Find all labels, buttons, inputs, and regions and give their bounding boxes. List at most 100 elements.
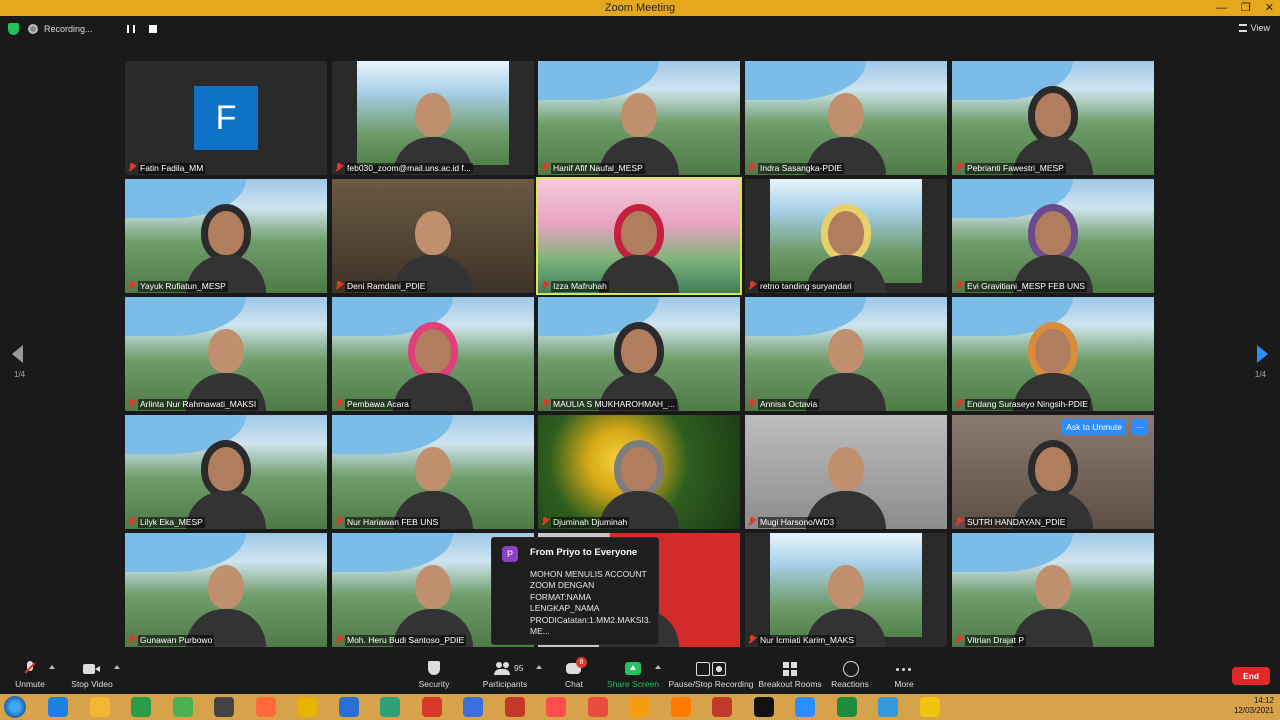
participant-name: Pebrianti Fawestri_MESP <box>965 163 1066 174</box>
taskbar-app-icon[interactable] <box>463 697 483 717</box>
participant-head <box>828 211 864 255</box>
encryption-shield-icon[interactable] <box>8 23 19 35</box>
tray-date: 12/03/2021 <box>1233 706 1274 715</box>
participant-tile[interactable]: retno tanding suryandari <box>745 179 947 293</box>
participant-name: Izza Mafruhah <box>551 281 609 292</box>
taskbar-app-icon[interactable] <box>172 697 193 717</box>
participant-figure <box>599 211 679 293</box>
participant-head <box>828 329 864 373</box>
participant-tile[interactable]: Annisa Octavia <box>745 297 947 411</box>
participant-tile[interactable]: Lilyk Eka_MESP <box>125 415 327 529</box>
taskbar-app-icon[interactable] <box>380 697 400 717</box>
taskbar-app-icon[interactable] <box>795 697 815 717</box>
participants-options-caret[interactable] <box>536 665 542 669</box>
taskbar-app-icon[interactable] <box>753 697 774 717</box>
more-button[interactable]: More <box>886 657 922 694</box>
taskbar-app-icon[interactable] <box>878 697 898 717</box>
muted-mic-icon <box>128 517 136 526</box>
taskbar-app-icon[interactable] <box>629 697 649 717</box>
participant-tile[interactable]: Nur Hariawan FEB UNS <box>332 415 534 529</box>
taskbar-app-icon[interactable] <box>48 697 68 717</box>
page-indicator-left: 1/4 <box>14 370 26 379</box>
taskbar-app-icon[interactable] <box>89 697 110 717</box>
taskbar-app-icon[interactable] <box>421 697 442 717</box>
participant-tile[interactable]: Evi Gravitiani_MESP FEB UNS <box>952 179 1154 293</box>
taskbar-app-icon[interactable] <box>504 697 525 717</box>
participant-tile[interactable]: Yayuk Rufiatun_MESP <box>125 179 327 293</box>
participant-head <box>415 565 451 609</box>
taskbar-app-icon[interactable] <box>919 697 940 717</box>
muted-mic-icon <box>21 661 39 677</box>
previous-page-arrow[interactable] <box>12 345 23 363</box>
taskbar-app-icon[interactable] <box>131 697 151 717</box>
unmute-button[interactable]: Unmute <box>10 657 50 694</box>
participant-tile[interactable]: Hanif Afif Naufal_MESP <box>538 61 740 175</box>
taskbar-app-icon[interactable] <box>712 697 732 717</box>
participant-tile[interactable]: MAULIA S MUKHAROHMAH_... <box>538 297 740 411</box>
participant-tile[interactable]: Endang Suraseyo Ningsih-PDIE <box>952 297 1154 411</box>
window-controls: — ❐ ✕ <box>1216 0 1274 16</box>
participant-tile[interactable]: Pembawa Acara <box>332 297 534 411</box>
participant-tile[interactable]: feb030_zoom@mail.uns.ac.id f... <box>332 61 534 175</box>
minimize-icon[interactable]: — <box>1216 0 1227 16</box>
chat-button[interactable]: 8 Chat <box>556 657 592 694</box>
pause-recording-icon[interactable] <box>126 25 135 33</box>
participant-tile[interactable]: Indra Sasangka-PDIE <box>745 61 947 175</box>
participant-tile[interactable]: Djuminah Djuminah <box>538 415 740 529</box>
taskbar-app-icon[interactable] <box>587 697 608 717</box>
muted-mic-icon <box>541 517 549 526</box>
ask-to-unmute-button[interactable]: Ask to Unmute <box>1062 419 1126 435</box>
taskbar-app-icon[interactable] <box>214 697 234 717</box>
pause-stop-recording-button[interactable]: Pause/Stop Recording <box>668 657 754 694</box>
taskbar-app-icon[interactable] <box>836 697 857 717</box>
restore-icon[interactable]: ❐ <box>1241 0 1251 16</box>
participant-tile[interactable]: Izza Mafruhah <box>536 177 742 295</box>
chat-notification[interactable]: P From Priyo to Everyone MOHON MENULIS A… <box>491 537 659 645</box>
participant-name: feb030_zoom@mail.uns.ac.id f... <box>345 163 473 174</box>
taskbar-app-icon[interactable] <box>670 697 691 717</box>
participant-tile[interactable]: Ask to Unmute ··· SUTRI HANDAYAN_PDIE <box>952 415 1154 529</box>
participant-name: Pembawa Acara <box>345 399 411 410</box>
taskbar-app-icon[interactable] <box>255 697 276 717</box>
taskbar-app-icon[interactable] <box>338 697 359 717</box>
taskbar-app-icon[interactable] <box>546 697 566 717</box>
end-meeting-button[interactable]: End <box>1232 667 1270 685</box>
close-icon[interactable]: ✕ <box>1265 0 1274 16</box>
participant-tile[interactable]: Mugi Harsono/WD3 <box>745 415 947 529</box>
chat-message: MOHON MENULIS ACCOUNT ZOOM DENGAN FORMAT… <box>530 569 651 637</box>
participant-name: SUTRI HANDAYAN_PDIE <box>965 517 1068 528</box>
participant-tile[interactable]: Nur Icmiati Karim_MAKS <box>745 533 947 647</box>
muted-mic-icon <box>335 281 343 290</box>
stop-video-button[interactable]: Stop Video <box>68 657 116 694</box>
muted-mic-icon <box>128 635 136 644</box>
participant-name: Nur Hariawan FEB UNS <box>345 517 441 528</box>
participant-tile[interactable]: Pebrianti Fawestri_MESP <box>952 61 1154 175</box>
participant-name: Fatin Fadila_MM <box>138 163 206 174</box>
view-button[interactable]: View <box>1238 23 1270 33</box>
stop-recording-icon[interactable] <box>148 25 157 33</box>
share-screen-button[interactable]: Share Screen <box>606 657 660 694</box>
tray-time: 14:12 <box>1253 696 1274 705</box>
audio-options-caret[interactable] <box>49 665 55 669</box>
muted-mic-icon <box>541 163 549 172</box>
participant-head <box>208 565 244 609</box>
participant-tile[interactable]: Deni Ramdani_PDIE <box>332 179 534 293</box>
participant-tile[interactable]: Gunawan Purbowo <box>125 533 327 647</box>
reactions-button[interactable]: Reactions <box>830 657 870 694</box>
share-options-caret[interactable] <box>655 665 661 669</box>
participant-tile[interactable]: F Fatin Fadila_MM <box>125 61 327 175</box>
security-button[interactable]: Security <box>414 657 454 694</box>
video-options-caret[interactable] <box>114 665 120 669</box>
taskbar-app-icon[interactable] <box>297 697 317 717</box>
participants-button[interactable]: 95 Participants <box>480 657 530 694</box>
participants-icon <box>494 661 512 677</box>
system-tray-clock[interactable]: 14:12 12/03/2021 <box>1234 696 1274 716</box>
page-indicator-right: 1/4 <box>1254 370 1266 379</box>
start-button-icon[interactable] <box>4 696 26 718</box>
participant-tile[interactable]: Arlinta Nur Rahmawati_MAKSI <box>125 297 327 411</box>
participant-tile[interactable]: Vitrian Drajat P <box>952 533 1154 647</box>
breakout-rooms-button[interactable]: Breakout Rooms <box>758 657 822 694</box>
chat-sender: From Priyo to Everyone <box>530 547 638 558</box>
tile-more-button[interactable]: ··· <box>1131 419 1148 435</box>
next-page-arrow[interactable] <box>1257 345 1268 363</box>
